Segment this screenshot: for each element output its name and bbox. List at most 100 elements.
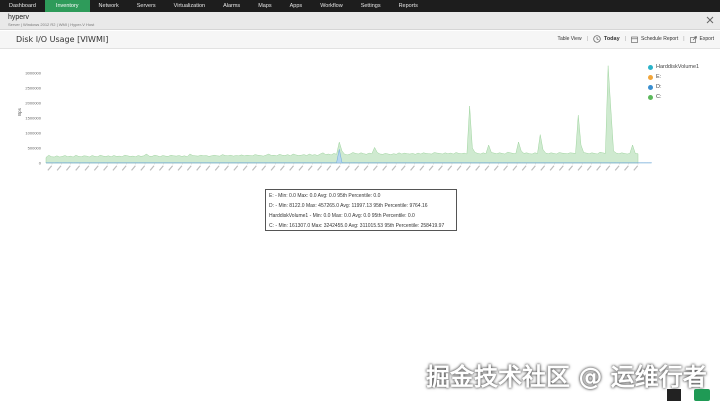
stats-summary-box: E: - Min: 0.0 Max: 0.0 Avg: 0.0 95th Per… [265,189,457,231]
x-tick-label [121,165,127,171]
x-tick-label [614,165,620,171]
legend-dot-icon [648,64,653,70]
nav-item-alarms[interactable]: Alarms [214,0,249,12]
watermark: 掘金技术社区 @ 运维行者 [426,363,707,391]
x-tick-label [233,165,239,171]
legend-label: E: [656,74,662,80]
x-tick-label [354,165,360,171]
x-tick-label [224,165,229,171]
x-tick-label [252,165,257,171]
corner-widget[interactable] [667,389,681,401]
x-tick-label [540,165,546,171]
x-tick-label [84,165,90,171]
host-name[interactable]: hyperv [8,14,29,21]
nav-item-workflow[interactable]: Workflow [311,0,352,12]
legend-label: D: [656,84,662,90]
toolbar-separator: | [624,36,626,42]
x-tick-label [242,165,248,171]
export-icon [689,35,697,43]
x-tick-label [605,165,611,171]
x-tick-label [382,165,388,171]
legend-item[interactable]: C: [648,92,699,102]
nav-item-dashboard[interactable]: Dashboard [0,0,45,12]
summary-line-d: D: - Min: 8122.0 Max: 457265.0 Avg: 1199… [269,203,428,209]
y-tick-label: 3000000 [25,71,41,76]
x-tick-label [410,165,415,171]
table-view-button[interactable]: Table View [557,36,581,42]
legend-dot-icon [648,94,653,100]
x-tick-label [586,165,592,171]
x-tick-label [205,165,211,171]
schedule-report-button[interactable]: Schedule Report [631,36,678,43]
x-tick-label [158,165,164,171]
x-tick-label [261,165,267,171]
y-axis-label: Bps [17,107,22,116]
x-tick-label [577,165,583,171]
x-tick-label [196,165,201,171]
nav-item-network[interactable]: Network [90,0,128,12]
nav-item-settings[interactable]: Settings [352,0,390,12]
x-tick-label [372,165,378,171]
x-tick-label [493,165,499,171]
x-tick-label [438,165,443,171]
chart-legend: HarddiskVolume1 E: D: C: [648,62,699,102]
summary-line-c: C: - Min: 161307.0 Max: 3242455.0 Avg: 3… [269,223,445,229]
nav-item-maps[interactable]: Maps [249,0,280,12]
x-tick-label [65,165,71,171]
x-tick-label [475,165,481,171]
toolbar: Table View | Today | Schedule Report | E… [557,35,714,43]
x-tick-label [558,165,564,171]
y-tick-label: 0 [39,161,42,166]
x-tick-label [317,165,322,171]
y-tick-label: 2500000 [25,86,41,91]
clock-icon [593,35,601,43]
x-tick-label [335,165,341,171]
x-tick-label [47,165,53,171]
today-selector[interactable]: Today [593,35,620,43]
nav-item-reports[interactable]: Reports [390,0,427,12]
x-tick-label [186,165,192,171]
x-tick-label [345,165,350,171]
x-tick-label [391,165,397,171]
legend-dot-icon [648,84,653,90]
legend-item[interactable]: E: [648,72,699,82]
close-icon[interactable] [705,15,715,25]
export-button[interactable]: Export [689,35,714,43]
x-tick-label [112,165,118,171]
x-tick-label [633,165,639,171]
x-tick-label [149,165,155,171]
x-tick-label [484,165,490,171]
x-tick-label [131,165,136,171]
summary-line-e: E: - Min: 0.0 Max: 0.0 Avg: 0.0 95th Per… [269,193,381,199]
legend-item[interactable]: HarddiskVolume1 [648,62,699,72]
schedule-report-label: Schedule Report [640,36,679,42]
legend-item[interactable]: D: [648,82,699,92]
nav-item-apps[interactable]: Apps [281,0,312,12]
x-tick-label [289,165,294,171]
x-tick-label [93,165,99,171]
nav-item-inventory[interactable]: Inventory [44,0,90,12]
nav-item-servers[interactable]: Servers [128,0,165,12]
y-tick-label: 1500000 [25,116,41,121]
x-tick-label [568,165,574,171]
x-tick-label [363,165,369,171]
x-tick-label [307,165,313,171]
x-tick-label [624,165,629,171]
x-tick-label [549,165,555,171]
chat-button[interactable] [694,389,710,401]
x-tick-label [456,165,462,171]
x-tick-label [214,165,220,171]
toolbar-separator: | [683,36,685,42]
x-tick-label [503,165,508,171]
y-tick-label: 500000 [28,146,42,151]
legend-label: HarddiskVolume1 [656,64,700,70]
x-tick-label [428,165,434,171]
series-area-c [45,65,639,164]
x-tick-label [56,165,62,171]
x-tick-label [400,165,406,171]
x-tick-label [512,165,518,171]
nav-item-virtualization[interactable]: Virtualization [165,0,214,12]
page-header: Disk I/O Usage [VIWMI] Table View | Toda… [0,31,720,49]
x-tick-label [298,165,304,171]
x-tick-label [177,165,183,171]
